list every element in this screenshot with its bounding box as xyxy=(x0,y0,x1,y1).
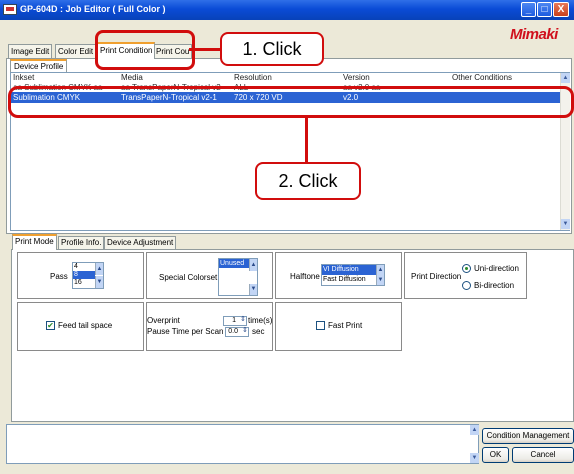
scroll-down-icon[interactable]: ▼ xyxy=(561,219,570,229)
feed-tail-space-checkbox[interactable]: ✔ xyxy=(46,321,55,330)
pass-scroll-up-icon[interactable]: ▲ xyxy=(95,263,103,275)
pause-time-spin-icon[interactable]: ⇕ xyxy=(242,326,248,334)
bi-direction-label[interactable]: Bi-direction xyxy=(474,281,514,290)
selected-row-highlight xyxy=(8,86,574,118)
column-header-resolution[interactable]: Resolution xyxy=(234,73,272,82)
colorset-scroll-down-icon[interactable]: ▼ xyxy=(249,284,257,295)
brand-logo: Mimaki xyxy=(510,26,558,43)
cancel-button[interactable]: Cancel xyxy=(512,447,574,463)
notes-scroll-up-icon[interactable]: ▲ xyxy=(470,425,479,435)
feed-tail-space-label[interactable]: Feed tail space xyxy=(58,321,112,330)
tab-print-mode[interactable]: Print Mode xyxy=(12,234,57,250)
tab-device-adjustment[interactable]: Device Adjustment xyxy=(104,236,177,249)
tab-image-edit[interactable]: Image Edit xyxy=(8,44,53,58)
window-title: GP-604D : Job Editor ( Full Color ) xyxy=(20,4,166,14)
halftone-scroll-up-icon[interactable]: ▲ xyxy=(376,265,384,275)
halftone-option[interactable]: Fast Diffusion xyxy=(322,275,384,285)
halftone-label: Halftone xyxy=(290,272,320,281)
minimize-button[interactable]: _ xyxy=(521,2,536,17)
pass-option-selected[interactable]: 8 xyxy=(73,271,95,279)
column-header-media[interactable]: Media xyxy=(121,73,143,82)
maximize-button[interactable]: □ xyxy=(537,2,552,17)
print-condition-tab-highlight xyxy=(95,30,195,70)
callout-step-2: 2. Click xyxy=(255,162,361,200)
bi-direction-radio[interactable] xyxy=(462,281,471,290)
column-header-other-conditions[interactable]: Other Conditions xyxy=(452,73,512,82)
overprint-label: Overprint xyxy=(147,316,180,325)
ok-button[interactable]: OK xyxy=(482,447,509,463)
halftone-scroll-down-icon[interactable]: ▼ xyxy=(376,275,384,285)
close-button[interactable]: X xyxy=(553,2,569,17)
pause-time-label: Pause Time per Scan xyxy=(147,327,224,336)
tab-profile-info[interactable]: Profile Info. xyxy=(58,236,105,249)
fast-print-label[interactable]: Fast Print xyxy=(328,321,362,330)
special-colorset-label: Special Colorset xyxy=(159,273,218,282)
halftone-option-selected[interactable]: VI Diffusion xyxy=(322,265,376,275)
overprint-unit: time(s) xyxy=(248,316,273,325)
fast-print-checkbox[interactable] xyxy=(316,321,325,330)
callout-step-1: 1. Click xyxy=(220,32,324,66)
tab-device-profile[interactable]: Device Profile xyxy=(10,59,68,72)
callout-connector xyxy=(189,48,222,51)
tab-color-edit[interactable]: Color Edit xyxy=(55,44,97,58)
scroll-up-icon[interactable]: ▲ xyxy=(561,73,570,83)
notes-scrollbar[interactable]: ▲ ▼ xyxy=(470,425,479,463)
notes-area[interactable] xyxy=(6,424,479,464)
column-header-inkset[interactable]: Inkset xyxy=(13,73,34,82)
app-icon xyxy=(3,4,17,15)
colorset-option-selected[interactable]: Unused xyxy=(219,259,249,268)
column-header-version[interactable]: Version xyxy=(343,73,370,82)
overprint-spin-icon[interactable]: ⇕ xyxy=(240,315,246,323)
uni-direction-radio[interactable] xyxy=(462,264,471,273)
callout-connector xyxy=(305,118,308,163)
pause-time-unit: sec xyxy=(252,327,265,336)
colorset-scroll-up-icon[interactable]: ▲ xyxy=(249,259,257,271)
condition-management-button[interactable]: Condition Management xyxy=(482,428,574,444)
print-direction-label: Print Direction xyxy=(411,272,462,281)
pass-label: Pass xyxy=(50,272,68,281)
notes-scroll-down-icon[interactable]: ▼ xyxy=(470,453,479,463)
pass-scroll-down-icon[interactable]: ▼ xyxy=(95,276,103,288)
uni-direction-label[interactable]: Uni-direction xyxy=(474,264,519,273)
